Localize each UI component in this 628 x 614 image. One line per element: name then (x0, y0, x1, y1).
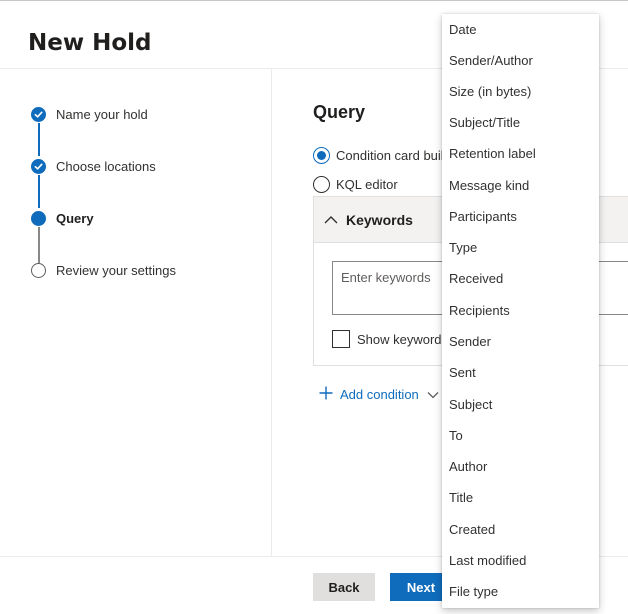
chevron-up-icon[interactable] (324, 215, 338, 224)
window-top-edge (0, 0, 628, 1)
check-circle-icon (31, 107, 46, 122)
radio-button-selected[interactable] (313, 147, 330, 164)
filled-circle-icon (31, 211, 46, 226)
radio-button[interactable] (313, 176, 330, 193)
step-label: Choose locations (56, 159, 156, 174)
menu-item-message-kind[interactable]: Message kind (442, 170, 599, 201)
step-name-your-hold[interactable]: Name your hold (31, 107, 148, 122)
step-connector (38, 123, 40, 156)
menu-item-size[interactable]: Size (in bytes) (442, 76, 599, 107)
menu-item-to[interactable]: To (442, 420, 599, 451)
menu-item-subject[interactable]: Subject (442, 389, 599, 420)
menu-item-last-modified[interactable]: Last modified (442, 545, 599, 576)
menu-item-file-type[interactable]: File type (442, 576, 599, 607)
column-divider (271, 69, 272, 557)
step-query[interactable]: Query (31, 211, 94, 226)
menu-item-received[interactable]: Received (442, 263, 599, 294)
chevron-down-icon[interactable] (427, 391, 439, 399)
page-title: New Hold (28, 30, 152, 56)
step-label: Review your settings (56, 263, 176, 278)
back-button[interactable]: Back (313, 573, 375, 601)
empty-circle-icon (31, 263, 46, 278)
add-condition-label: Add condition (340, 387, 419, 402)
step-choose-locations[interactable]: Choose locations (31, 159, 156, 174)
menu-item-participants[interactable]: Participants (442, 201, 599, 232)
step-label: Query (56, 211, 94, 226)
step-connector (38, 175, 40, 208)
check-circle-icon (31, 159, 46, 174)
menu-item-title[interactable]: Title (442, 482, 599, 513)
show-keyword-list-checkbox[interactable] (332, 330, 350, 348)
menu-item-sender-author[interactable]: Sender/Author (442, 45, 599, 76)
step-connector (38, 227, 40, 263)
step-label: Name your hold (56, 107, 148, 122)
card-title: Keywords (346, 211, 413, 228)
radio-condition-card-builder[interactable]: Condition card builder (313, 147, 462, 164)
menu-item-author[interactable]: Author (442, 451, 599, 482)
section-heading: Query (313, 102, 366, 122)
plus-icon (319, 386, 333, 403)
add-condition-button[interactable]: Add condition (319, 386, 439, 403)
radio-label: KQL editor (336, 177, 398, 192)
condition-dropdown-menu: Date Sender/Author Size (in bytes) Subje… (442, 14, 599, 608)
menu-item-sent[interactable]: Sent (442, 357, 599, 388)
menu-item-date[interactable]: Date (442, 14, 599, 45)
menu-item-sender[interactable]: Sender (442, 326, 599, 357)
step-review-settings[interactable]: Review your settings (31, 263, 176, 278)
radio-kql-editor[interactable]: KQL editor (313, 176, 398, 193)
menu-item-recipients[interactable]: Recipients (442, 295, 599, 326)
menu-item-type[interactable]: Type (442, 232, 599, 263)
menu-item-created[interactable]: Created (442, 514, 599, 545)
menu-item-subject-title[interactable]: Subject/Title (442, 107, 599, 138)
menu-item-retention-label[interactable]: Retention label (442, 138, 599, 169)
